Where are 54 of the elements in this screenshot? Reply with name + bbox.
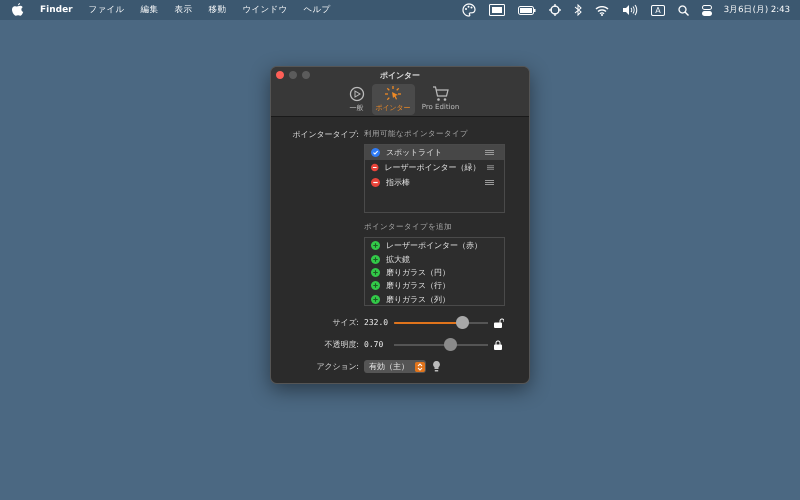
speaker-icon[interactable] [622,4,638,16]
window-title: ポインター [380,70,420,81]
battery-icon[interactable] [518,6,536,14]
remove-icon[interactable] [371,163,378,172]
stepper-arrows-icon [415,362,425,372]
slider-value: 0.70 [364,340,384,349]
crosshair-icon[interactable] [549,4,562,16]
menu-item[interactable]: ファイル [88,4,125,16]
wifi-icon[interactable] [595,4,610,16]
addable-type-item[interactable]: 拡大鏡 [365,252,504,266]
cursor-burst-icon [385,86,402,102]
close-button[interactable] [276,71,284,79]
palette-icon[interactable] [462,3,476,17]
menu-bar-clock[interactable]: 3月6日(月) 2:43 [724,4,790,16]
add-icon[interactable] [371,281,380,290]
add-icon[interactable] [371,294,380,304]
drag-handle-icon[interactable] [486,165,494,170]
control-center-icon[interactable] [702,4,712,16]
drag-handle-icon[interactable] [485,150,494,155]
lock-icon[interactable] [494,340,502,350]
remove-icon[interactable] [371,178,380,187]
addable-type-item[interactable]: 磨りガラス（円） [365,266,504,280]
add-icon[interactable] [371,241,380,250]
display-icon[interactable] [489,4,506,16]
dial-icon [348,86,365,102]
addable-type-item[interactable]: レーザーポインター（赤） [365,239,504,252]
addable-type-item[interactable]: 磨りガラス（行） [365,279,504,293]
addable-type-item[interactable]: 磨りガラス（列） [365,292,504,306]
add-icon[interactable] [371,254,380,264]
menu-item[interactable]: ウインドウ [242,4,288,16]
pointer-type-item[interactable]: レーザーポインター（緑） [365,160,504,175]
checkmark-icon[interactable] [371,148,380,157]
slider-value: 232.0 [364,318,390,327]
menu-item[interactable]: 表示 [174,4,193,16]
apple-logo-icon[interactable] [12,3,24,17]
cart-icon [432,86,449,102]
field-label: アクション: [315,361,360,372]
app-menu[interactable]: Finder [40,5,73,15]
pointer-type-item[interactable]: 指示棒 [365,175,504,190]
pointer-type-item[interactable]: スポットライト [365,145,504,160]
field-label: 不透明度: [323,339,360,350]
input-source-indicator[interactable]: A [651,4,665,16]
search-icon[interactable] [678,4,689,16]
lightbulb-icon[interactable] [433,361,440,372]
menu-item[interactable]: 編集 [140,4,159,16]
menu-item[interactable]: ヘルプ [304,4,331,16]
menu-item[interactable]: 移動 [208,4,227,16]
field-label: サイズ: [331,317,360,328]
drag-handle-icon[interactable] [485,180,494,185]
bluetooth-icon[interactable] [574,4,582,16]
unlocked-lock-icon[interactable] [494,318,504,328]
action-dropdown[interactable]: 有効（主） [364,360,426,373]
add-icon[interactable] [371,268,380,277]
field-label: ポインタータイプ: [291,129,360,140]
